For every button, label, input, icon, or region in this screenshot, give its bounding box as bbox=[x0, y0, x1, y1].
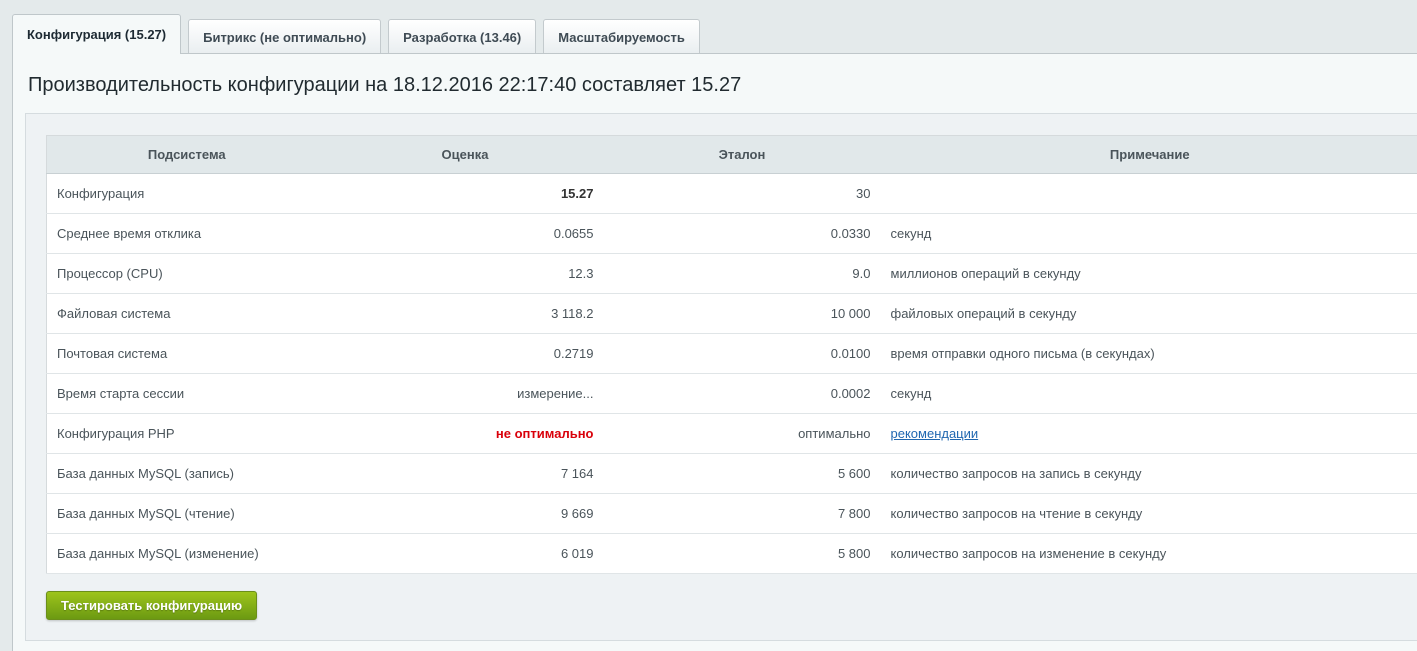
cell-note: количество запросов на изменение в секун… bbox=[880, 533, 1417, 574]
cell-subsystem: База данных MySQL (чтение) bbox=[46, 493, 327, 534]
cell-subsystem: Конфигурация PHP bbox=[46, 413, 327, 454]
cell-note: секунд bbox=[880, 373, 1417, 414]
cell-subsystem: Процессор (CPU) bbox=[46, 253, 327, 294]
performance-table: Подсистема Оценка Эталон Примечание Конф… bbox=[46, 135, 1417, 574]
cell-reference: 0.0330 bbox=[603, 213, 881, 254]
cell-note: количество запросов на запись в секунду bbox=[880, 453, 1417, 494]
header-score: Оценка bbox=[326, 135, 604, 174]
header-note: Примечание bbox=[880, 135, 1417, 174]
cell-subsystem: Конфигурация bbox=[46, 173, 327, 214]
cell-note: секунд bbox=[880, 213, 1417, 254]
page-title: Производительность конфигурации на 18.12… bbox=[28, 74, 742, 96]
cell-reference: 5 800 bbox=[603, 533, 881, 574]
table-row: Среднее время отклика 0.0655 0.0330 секу… bbox=[46, 213, 1417, 254]
cell-reference: оптимально bbox=[603, 413, 881, 454]
cell-note: время отправки одного письма (в секундах… bbox=[880, 333, 1417, 374]
cell-note: файловых операций в секунду bbox=[880, 293, 1417, 334]
cell-reference: 10 000 bbox=[603, 293, 881, 334]
cell-subsystem: База данных MySQL (изменение) bbox=[46, 533, 327, 574]
table-row: Конфигурация 15.27 30 bbox=[46, 173, 1417, 214]
table-row: Конфигурация PHP не оптимально оптимальн… bbox=[46, 413, 1417, 454]
table-row: Процессор (CPU) 12.3 9.0 миллионов опера… bbox=[46, 253, 1417, 294]
cell-reference: 7 800 bbox=[603, 493, 881, 534]
cell-subsystem: База данных MySQL (запись) bbox=[46, 453, 327, 494]
table-row: Почтовая система 0.2719 0.0100 время отп… bbox=[46, 333, 1417, 374]
cell-score: 9 669 bbox=[326, 493, 604, 534]
tab-bar: Конфигурация (15.27) Битрикс (не оптимал… bbox=[12, 14, 707, 54]
table-row: База данных MySQL (запись) 7 164 5 600 к… bbox=[46, 453, 1417, 494]
cell-score: 7 164 bbox=[326, 453, 604, 494]
test-configuration-button[interactable]: Тестировать конфигурацию bbox=[46, 591, 258, 620]
cell-reference: 9.0 bbox=[603, 253, 881, 294]
cell-score-warning: не оптимально bbox=[326, 413, 604, 454]
table-header-row: Подсистема Оценка Эталон Примечание bbox=[46, 135, 1417, 174]
tab-configuration[interactable]: Конфигурация (15.27) bbox=[12, 14, 182, 54]
cell-reference: 0.0002 bbox=[603, 373, 881, 414]
table-row: База данных MySQL (изменение) 6 019 5 80… bbox=[46, 533, 1417, 574]
cell-note: количество запросов на чтение в секунду bbox=[880, 493, 1417, 534]
tab-scalability[interactable]: Масштабируемость bbox=[543, 19, 700, 54]
cell-score: 15.27 bbox=[326, 173, 604, 214]
table-row: База данных MySQL (чтение) 9 669 7 800 к… bbox=[46, 493, 1417, 534]
cell-score: измерение... bbox=[326, 373, 604, 414]
tab-panel: Производительность конфигурации на 18.12… bbox=[12, 53, 1417, 651]
cell-score: 6 019 bbox=[326, 533, 604, 574]
cell-note: миллионов операций в секунду bbox=[880, 253, 1417, 294]
cell-note bbox=[880, 173, 1417, 214]
recommendations-link[interactable]: рекомендации bbox=[891, 426, 979, 441]
table-row: Время старта сессии измерение... 0.0002 … bbox=[46, 373, 1417, 414]
header-subsystem: Подсистема bbox=[46, 135, 327, 174]
tab-bitrix[interactable]: Битрикс (не оптимально) bbox=[188, 19, 382, 54]
cell-subsystem: Файловая система bbox=[46, 293, 327, 334]
cell-subsystem: Среднее время отклика bbox=[46, 213, 327, 254]
table-row: Файловая система 3 118.2 10 000 файловых… bbox=[46, 293, 1417, 334]
cell-reference: 5 600 bbox=[603, 453, 881, 494]
cell-score: 0.2719 bbox=[326, 333, 604, 374]
cell-subsystem: Почтовая система bbox=[46, 333, 327, 374]
cell-score: 3 118.2 bbox=[326, 293, 604, 334]
results-container: Подсистема Оценка Эталон Примечание Конф… bbox=[25, 113, 1417, 641]
tab-development[interactable]: Разработка (13.46) bbox=[388, 19, 537, 54]
cell-score: 0.0655 bbox=[326, 213, 604, 254]
cell-reference: 30 bbox=[603, 173, 881, 214]
cell-reference: 0.0100 bbox=[603, 333, 881, 374]
cell-score: 12.3 bbox=[326, 253, 604, 294]
cell-subsystem: Время старта сессии bbox=[46, 373, 327, 414]
cell-note: рекомендации bbox=[880, 413, 1417, 454]
header-reference: Эталон bbox=[603, 135, 881, 174]
